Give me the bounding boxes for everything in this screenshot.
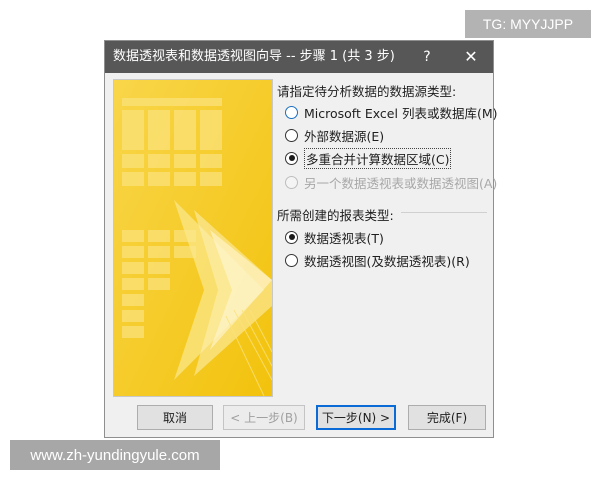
pivot-wizard-dialog: 数据透视表和数据透视图向导 -- 步骤 1 (共 3 步) ? ✕ 请指定待分析… [104, 40, 497, 438]
help-button[interactable]: ? [415, 41, 439, 73]
spreadsheet-art-icon [114, 80, 272, 396]
option-external-source[interactable]: 外部数据源(E) [285, 125, 384, 145]
option-label: 另一个数据透视表或数据透视图(A) [304, 175, 498, 191]
option-label: 数据透视图(及数据透视表)(R) [304, 253, 470, 269]
radio-icon [285, 175, 298, 189]
finish-button[interactable]: 完成(F) [408, 405, 486, 430]
next-button[interactable]: 下一步(N) > [316, 405, 396, 430]
option-multiple-consolidation[interactable]: 多重合并计算数据区域(C) [285, 147, 452, 169]
dialog-title: 数据透视表和数据透视图向导 -- 步骤 1 (共 3 步) [113, 49, 395, 64]
group-divider [401, 212, 487, 213]
radio-selected-icon[interactable] [285, 151, 298, 165]
tg-badge: TG: MYYJJPP [465, 10, 591, 38]
option-label: 数据透视表(T) [304, 230, 384, 246]
option-pivot-table[interactable]: 数据透视表(T) [285, 227, 384, 247]
cancel-button[interactable]: 取消 [137, 405, 213, 430]
option-excel-list[interactable]: Microsoft Excel 列表或数据库(M) [285, 102, 497, 122]
option-pivot-chart[interactable]: 数据透视图(及数据透视表)(R) [285, 250, 470, 270]
close-button[interactable]: ✕ [459, 41, 483, 73]
radio-icon[interactable] [285, 253, 298, 267]
option-another-pivot: 另一个数据透视表或数据透视图(A) [285, 172, 497, 192]
title-bar: 数据透视表和数据透视图向导 -- 步骤 1 (共 3 步) ? ✕ [105, 41, 493, 73]
option-label: Microsoft Excel 列表或数据库(M) [304, 105, 498, 121]
option-label: 多重合并计算数据区域(C) [304, 147, 452, 169]
back-button: < 上一步(B) [223, 405, 305, 430]
radio-icon[interactable] [285, 105, 298, 119]
site-watermark: www.zh-yundingyule.com [10, 440, 220, 470]
radio-icon[interactable] [285, 128, 298, 142]
radio-selected-icon[interactable] [285, 230, 298, 244]
report-type-label: 所需创建的报表类型: [277, 208, 394, 223]
option-label: 外部数据源(E) [304, 128, 385, 144]
wizard-illustration [113, 79, 273, 397]
source-type-label: 请指定待分析数据的数据源类型: [277, 84, 457, 99]
